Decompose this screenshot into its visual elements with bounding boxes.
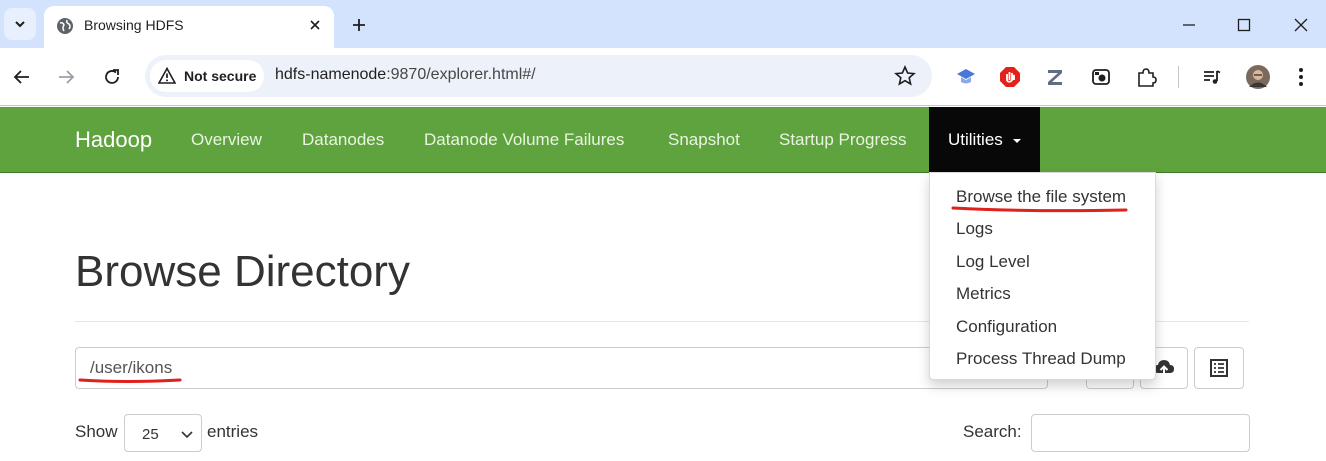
entries-select-value: 25 xyxy=(142,426,159,443)
adblock-icon[interactable] xyxy=(998,65,1022,89)
browser-toolbar: Not secure hdfs-namenode:9870/explorer.h… xyxy=(0,48,1326,106)
site-security-chip[interactable]: Not secure xyxy=(150,60,264,92)
url-text[interactable]: hdfs-namenode:9870/explorer.html#/ xyxy=(275,66,536,84)
browser-tab-bar: Browsing HDFS xyxy=(0,0,1326,48)
annotation-underline-browse xyxy=(951,206,1128,213)
bookmark-star-icon[interactable] xyxy=(894,65,916,87)
screen-capture-icon[interactable] xyxy=(1089,65,1113,89)
active-tab[interactable]: Browsing HDFS xyxy=(44,6,334,48)
chevron-down-icon xyxy=(181,431,193,439)
arrow-right-icon xyxy=(59,70,75,84)
reload-icon xyxy=(105,69,119,84)
nav-utilities-label: Utilities xyxy=(948,130,1003,149)
nav-overview[interactable]: Overview xyxy=(191,130,262,150)
nav-utilities-menu[interactable]: Utilities xyxy=(929,107,1040,173)
extensions-puzzle-icon[interactable] xyxy=(1134,65,1158,89)
cloud-upload-icon xyxy=(1154,360,1174,376)
minimize-button[interactable] xyxy=(1176,12,1202,38)
profile-avatar[interactable] xyxy=(1246,65,1270,89)
menu-item-logs[interactable]: Logs xyxy=(956,219,993,239)
nav-startup-progress[interactable]: Startup Progress xyxy=(779,130,907,150)
nav-datanodes[interactable]: Datanodes xyxy=(302,130,384,150)
close-tab-icon[interactable] xyxy=(304,14,326,36)
url-host: hdfs-namenode xyxy=(275,66,387,83)
warning-icon xyxy=(158,67,176,84)
maximize-icon xyxy=(1237,18,1251,32)
plus-icon xyxy=(353,19,365,31)
directory-path-input[interactable] xyxy=(75,347,989,389)
menu-item-process-thread-dump[interactable]: Process Thread Dump xyxy=(956,349,1126,369)
chevron-down-icon xyxy=(15,21,25,28)
reload-button[interactable] xyxy=(97,62,127,92)
tab-title: Browsing HDFS xyxy=(84,17,184,33)
close-window-button[interactable] xyxy=(1288,12,1314,38)
toolbar-separator xyxy=(1178,66,1179,88)
menu-item-configuration[interactable]: Configuration xyxy=(956,317,1057,337)
security-label: Not secure xyxy=(184,68,257,84)
menu-item-metrics[interactable]: Metrics xyxy=(956,284,1011,304)
cut-paste-button[interactable] xyxy=(1194,347,1244,389)
address-bar[interactable]: Not secure hdfs-namenode:9870/explorer.h… xyxy=(145,55,932,97)
globe-icon xyxy=(57,18,73,34)
search-input[interactable] xyxy=(1031,414,1250,452)
search-label: Search: xyxy=(963,422,1022,441)
hadoop-navbar: Hadoop Overview Datanodes Datanode Volum… xyxy=(0,107,1326,173)
url-path: :9870/explorer.html#/ xyxy=(386,66,536,83)
tab-list-button[interactable] xyxy=(4,8,36,40)
new-tab-button[interactable] xyxy=(346,12,372,38)
nav-snapshot[interactable]: Snapshot xyxy=(668,130,740,150)
navbar-brand[interactable]: Hadoop xyxy=(75,127,152,153)
caret-down-icon xyxy=(1013,139,1021,143)
menu-item-log-level[interactable]: Log Level xyxy=(956,252,1030,272)
back-button[interactable] xyxy=(7,62,37,92)
zotero-icon[interactable] xyxy=(1043,65,1067,89)
close-icon xyxy=(1294,18,1308,32)
annotation-underline-path xyxy=(78,378,182,383)
extension-graduation-icon[interactable] xyxy=(954,65,978,89)
maximize-button[interactable] xyxy=(1231,12,1257,38)
nav-datanode-volume-failures[interactable]: Datanode Volume Failures xyxy=(424,130,624,150)
list-alt-icon xyxy=(1210,359,1228,377)
page-title: Browse Directory xyxy=(75,247,410,296)
media-playlist-icon[interactable] xyxy=(1200,65,1224,89)
browser-menu-icon[interactable] xyxy=(1289,65,1313,89)
minimize-icon xyxy=(1183,24,1195,26)
forward-button[interactable] xyxy=(51,62,81,92)
entries-label: entries xyxy=(207,422,259,441)
show-label: Show xyxy=(75,422,118,441)
entries-per-page-select[interactable]: 25 xyxy=(124,414,202,452)
arrow-left-icon xyxy=(13,70,29,84)
